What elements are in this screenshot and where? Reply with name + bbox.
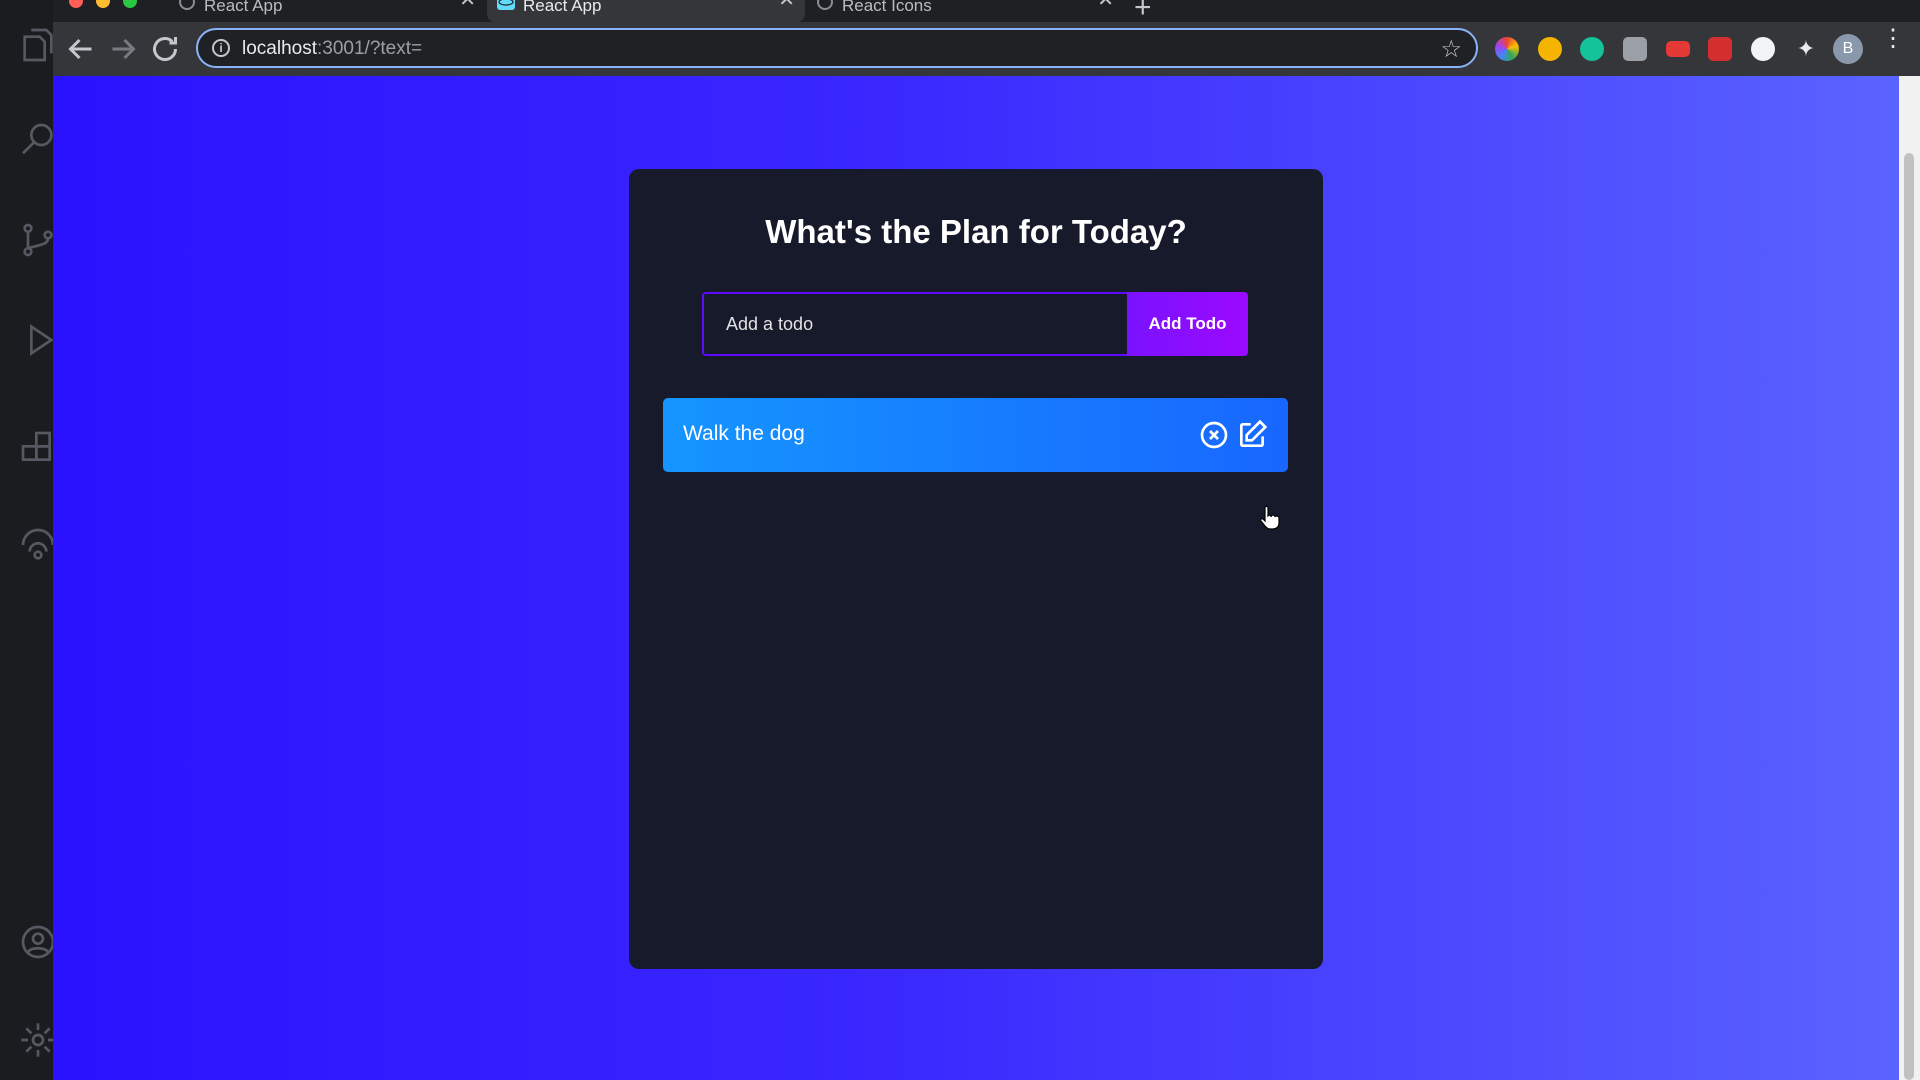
page-viewport: What's the Plan for Today? Add Todo Walk… (53, 76, 1899, 1080)
more-menu-icon[interactable]: ⋮ (1881, 27, 1905, 51)
scrollbar-thumb[interactable] (1904, 153, 1914, 1080)
globe-icon (178, 0, 196, 12)
tab-react-app-1[interactable]: React App ✕ (168, 0, 486, 22)
font-extension-icon[interactable] (1623, 37, 1647, 61)
react-logo-icon (497, 0, 515, 12)
site-info-icon[interactable]: i (212, 39, 230, 57)
tab-label: React Icons (842, 0, 932, 15)
extensions-puzzle-icon[interactable]: ✦ (1794, 37, 1818, 61)
tab-react-app-2[interactable]: React App ✕ (487, 0, 805, 22)
tab-strip: React App ✕ React App ✕ React Icons ✕ + (53, 0, 1920, 24)
add-todo-button[interactable]: Add Todo (1127, 292, 1248, 356)
source-control-icon[interactable] (18, 220, 58, 260)
tab-react-icons[interactable]: React Icons ✕ (806, 0, 1124, 22)
page-title: What's the Plan for Today? (765, 213, 1187, 250)
reload-icon[interactable] (147, 31, 183, 67)
todo-item-actions (1198, 419, 1268, 451)
grammarly-extension-icon[interactable] (1580, 37, 1604, 61)
explorer-icon[interactable] (18, 25, 58, 65)
hand-cursor-icon (1260, 505, 1280, 530)
forward-arrow-icon[interactable] (105, 31, 141, 67)
browser-toolbar: i localhost:3001/?text= ☆ ✦ B ⋮ (53, 22, 1920, 76)
dark-mode-extension-icon[interactable] (1751, 37, 1775, 61)
manage-gear-icon[interactable] (18, 1020, 58, 1060)
zoom-window-button[interactable] (123, 0, 137, 8)
editor-activity-bar (0, 0, 55, 1080)
tab-label: React App (204, 0, 283, 15)
video-speed-extension-icon[interactable] (1666, 41, 1690, 57)
accounts-icon[interactable] (18, 922, 58, 962)
address-bar[interactable]: i localhost:3001/?text= ☆ (196, 28, 1478, 68)
extensions-icon[interactable] (18, 428, 58, 468)
delete-circle-close-icon[interactable] (1198, 419, 1230, 451)
tab-close-icon[interactable]: ✕ (1097, 0, 1114, 10)
browser-window: React App ✕ React App ✕ React Icons ✕ + (53, 0, 1920, 1080)
coin-extension-icon[interactable] (1538, 37, 1562, 61)
bookmark-star-icon[interactable]: ☆ (1440, 35, 1462, 64)
screenshot-extension-icon[interactable] (1708, 37, 1732, 61)
url-text: localhost:3001/?text= (242, 38, 423, 59)
close-window-button[interactable] (69, 0, 83, 8)
edit-icon[interactable] (1236, 419, 1268, 451)
search-icon[interactable] (18, 120, 58, 160)
tab-close-icon[interactable]: ✕ (778, 0, 795, 10)
globe-icon (816, 0, 834, 12)
color-picker-extension-icon[interactable] (1495, 37, 1519, 61)
profile-avatar[interactable]: B (1833, 34, 1863, 64)
todo-app-card: What's the Plan for Today? Add Todo Walk… (629, 169, 1323, 969)
remote-explorer-icon[interactable] (18, 525, 58, 565)
todo-item-text[interactable]: Walk the dog (683, 422, 805, 446)
minimize-window-button[interactable] (96, 0, 110, 8)
tab-close-icon[interactable]: ✕ (459, 0, 476, 10)
todo-input[interactable] (702, 292, 1127, 356)
todo-form: Add Todo (702, 292, 1248, 356)
tab-label: React App (523, 0, 602, 15)
run-debug-icon[interactable] (18, 320, 58, 360)
todo-item: Walk the dog (663, 398, 1288, 472)
back-arrow-icon[interactable] (63, 31, 99, 67)
